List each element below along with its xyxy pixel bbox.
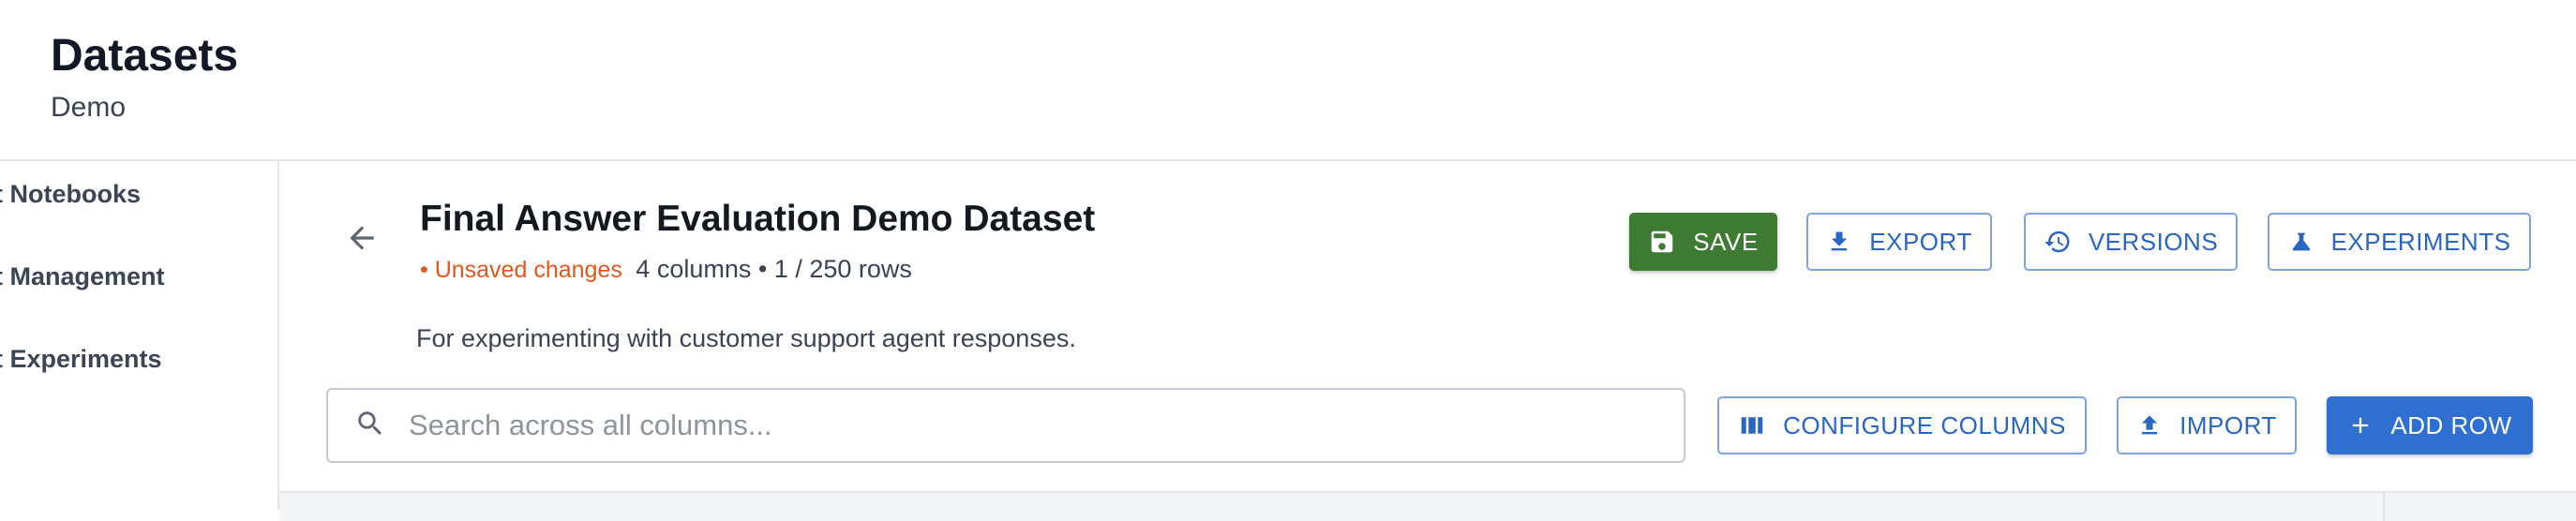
search-input[interactable] — [407, 408, 1684, 443]
export-button[interactable]: EXPORT — [1806, 213, 1992, 271]
columns-icon — [1738, 411, 1766, 439]
data-grid-header — [279, 491, 2576, 521]
dataset-title: Final Answer Evaluation Demo Dataset — [420, 199, 1096, 239]
configure-columns-label: CONFIGURE COLUMNS — [1783, 410, 2066, 439]
page-subtitle: Demo — [51, 92, 127, 123]
save-button-label: SAVE — [1693, 227, 1759, 256]
download-icon — [1826, 229, 1852, 255]
versions-button[interactable]: VERSIONS — [2024, 213, 2238, 271]
search-box — [326, 388, 1685, 463]
dataset-meta: • Unsaved changes 4 columns • 1 / 250 ro… — [420, 255, 912, 284]
add-row-button[interactable]: ADD ROW — [2327, 396, 2533, 454]
plus-icon — [2347, 412, 2374, 439]
unsaved-changes-indicator: • Unsaved changes — [420, 257, 622, 283]
sidebar-item-experiments[interactable]: t Experiments — [0, 345, 162, 374]
grid-column-divider — [2383, 493, 2385, 521]
export-button-label: EXPORT — [1869, 227, 1972, 256]
sidebar: t Notebooks t Management t Experiments — [0, 161, 279, 510]
experiments-button-label: EXPERIMENTS — [2330, 227, 2511, 256]
history-icon — [2044, 228, 2072, 256]
versions-button-label: VERSIONS — [2088, 227, 2219, 256]
dataset-stats: 4 columns • 1 / 250 rows — [636, 255, 912, 283]
save-button[interactable]: SAVE — [1629, 213, 1777, 271]
floppy-disk-icon — [1648, 228, 1676, 256]
import-button-label: IMPORT — [2179, 410, 2277, 439]
arrow-left-icon — [350, 226, 374, 250]
main-content: Final Answer Evaluation Demo Dataset • U… — [279, 161, 2576, 521]
add-row-button-label: ADD ROW — [2390, 410, 2512, 439]
sidebar-item-notebooks[interactable]: t Notebooks — [0, 180, 141, 209]
search-icon — [354, 408, 386, 444]
sidebar-item-management[interactable]: t Management — [0, 262, 165, 291]
experiments-button[interactable]: EXPERIMENTS — [2268, 213, 2531, 271]
upload-icon — [2136, 412, 2163, 439]
dataset-description: For experimenting with customer support … — [416, 324, 1076, 352]
page-title: Datasets — [51, 31, 239, 81]
flask-icon — [2288, 229, 2314, 255]
page-header: Datasets Demo — [0, 0, 2576, 161]
import-button[interactable]: IMPORT — [2117, 396, 2297, 454]
back-button[interactable] — [337, 214, 386, 262]
configure-columns-button[interactable]: CONFIGURE COLUMNS — [1717, 396, 2087, 454]
